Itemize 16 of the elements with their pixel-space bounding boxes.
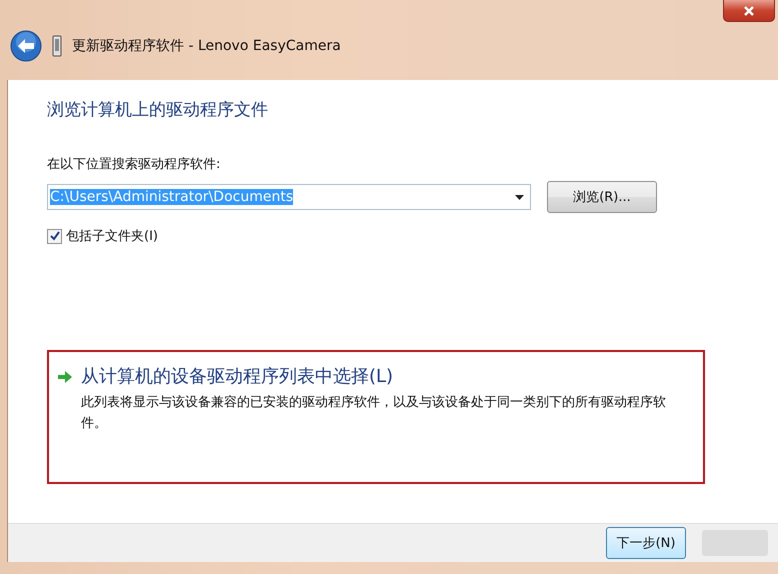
checkbox-label: 包括子文件夹(I) bbox=[66, 228, 158, 245]
dropdown-arrow-icon bbox=[515, 194, 524, 200]
next-button[interactable]: 下一步(N) bbox=[606, 527, 686, 559]
page-heading: 浏览计算机上的驱动程序文件 bbox=[47, 99, 269, 121]
search-location-label: 在以下位置搜索驱动程序软件: bbox=[47, 156, 222, 173]
arrow-icon bbox=[57, 370, 73, 384]
window-title: 更新驱动程序软件 - Lenovo EasyCamera bbox=[72, 37, 341, 55]
browse-button[interactable]: 浏览(R)... bbox=[547, 181, 657, 213]
include-subfolders-checkbox[interactable] bbox=[47, 228, 62, 244]
device-icon bbox=[52, 35, 62, 57]
path-value: C:\Users\Administrator\Documents bbox=[50, 189, 294, 205]
choose-from-list-link[interactable]: 从计算机的设备驱动程序列表中选择(L) bbox=[81, 364, 691, 388]
option-description: 此列表将显示与该设备兼容的已安装的驱动程序软件，以及与该设备处于同一类别下的所有驱动程序软件。 bbox=[81, 394, 667, 433]
close-icon bbox=[743, 4, 755, 16]
back-button[interactable] bbox=[10, 30, 42, 62]
close-button[interactable] bbox=[723, 0, 775, 22]
